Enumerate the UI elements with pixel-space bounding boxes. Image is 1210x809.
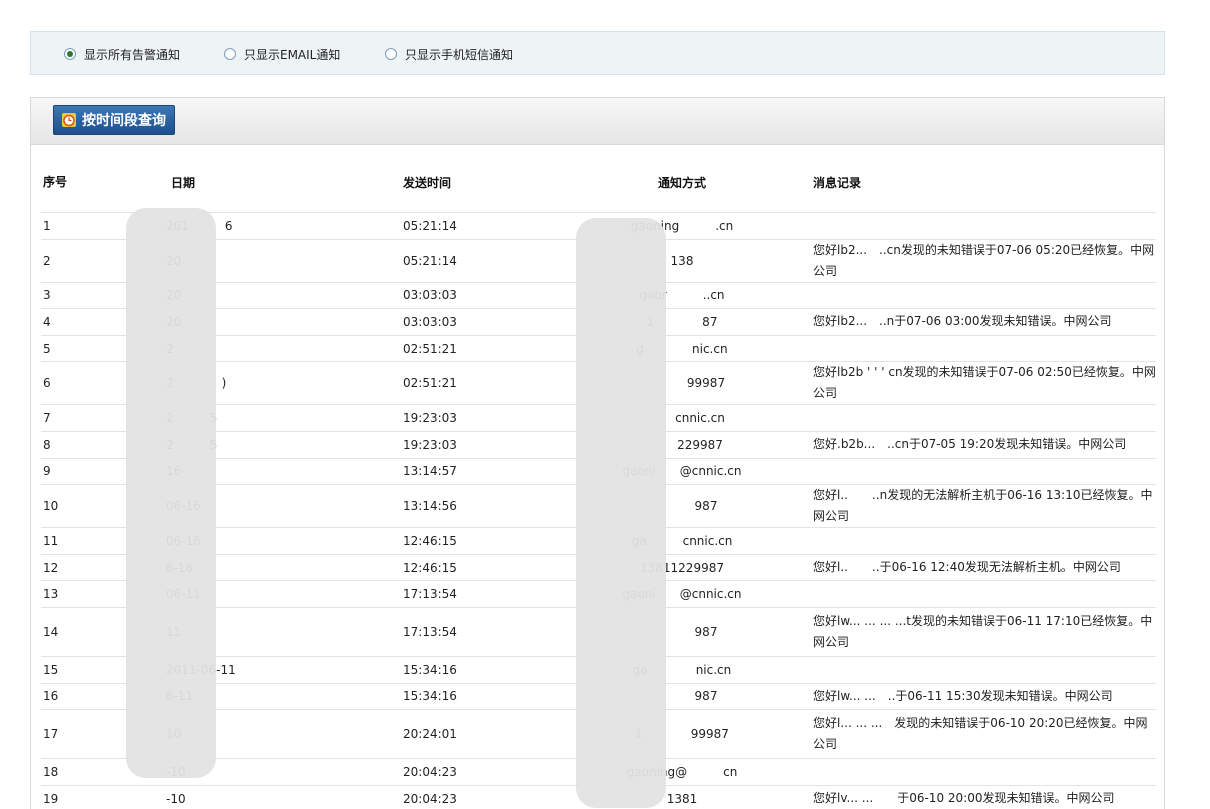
notification-filter-bar: 显示所有告警通知 只显示EMAIL通知 只显示手机短信通知 [30, 31, 1165, 75]
row-message: 您好lw... ... ... ...t发现的未知错误于06-11 17:10已… [801, 606, 1156, 657]
row-number: 5 [41, 334, 73, 362]
row-send-time: 05:21:14 [363, 212, 563, 240]
row-number: 16 [41, 682, 73, 710]
row-number: 6 [41, 361, 73, 405]
row-message [801, 758, 1156, 786]
row-date: 2 [73, 334, 363, 362]
row-number: 1 [41, 212, 73, 240]
row-number: 17 [41, 709, 73, 759]
row-number: 11 [41, 527, 73, 555]
column-header-message: 消息记录 [813, 175, 862, 190]
row-send-time: 20:04:23 [363, 758, 563, 786]
row-date: 6-11 [73, 682, 363, 710]
row-message [801, 404, 1156, 432]
row-number: 2 [41, 238, 73, 283]
row-date: -10 [73, 758, 363, 786]
row-message: 您好lw... ... ..于06-11 15:30发现未知错误。中网公司 [801, 682, 1156, 710]
row-message: 您好.b2b... ..cn于07-05 19:20发现未知错误。中网公司 [801, 430, 1156, 459]
row-send-time: 13:14:56 [363, 484, 563, 528]
row-message: 您好l... ... ... 发现的未知错误于06-10 20:20已经恢复。中… [801, 709, 1156, 759]
filter-sms-label[interactable]: 只显示手机短信通知 [405, 46, 513, 63]
row-date: 20 [73, 238, 363, 283]
filter-all-label[interactable]: 显示所有告警通知 [84, 46, 180, 63]
row-message: 您好l.. ..于06-16 12:40发现无法解析主机。中网公司 [801, 553, 1156, 581]
row-number: 9 [41, 457, 73, 485]
row-number: 3 [41, 281, 73, 309]
radio-unselected-icon[interactable] [224, 48, 236, 60]
row-send-time: 03:03:03 [363, 308, 563, 336]
redaction-mask [126, 208, 216, 778]
column-header-date: 日期 [171, 175, 196, 190]
filter-all-radio[interactable]: 显示所有告警通知 [64, 45, 180, 63]
row-number: 15 [41, 655, 73, 684]
column-header-method: 通知方式 [657, 175, 706, 190]
row-date: 06-11 [73, 580, 363, 608]
panel-toolbar: 按时间段查询 [31, 98, 1164, 145]
row-date: 06-16 [73, 484, 363, 528]
row-number: 4 [41, 308, 73, 336]
row-number: 10 [41, 484, 73, 528]
row-send-time: 20:24:01 [363, 709, 563, 759]
column-header-time: 发送时间 [403, 175, 452, 190]
row-send-time: 12:46:15 [363, 527, 563, 555]
row-send-time: 17:13:54 [363, 580, 563, 608]
row-send-time: 05:21:14 [363, 238, 563, 283]
row-send-time: 15:34:16 [363, 655, 563, 684]
row-message: 您好lv... ... 于06-10 20:00发现未知错误。中网公司 [801, 784, 1156, 809]
row-message [801, 281, 1156, 309]
row-date: -10 [73, 784, 363, 809]
row-message [801, 334, 1156, 362]
row-message: 您好lb2... ..cn发现的未知错误于07-06 05:20已经恢复。中网公… [801, 238, 1156, 283]
radio-unselected-icon[interactable] [385, 48, 397, 60]
row-message [801, 527, 1156, 555]
query-button-label: 按时间段查询 [82, 113, 166, 129]
row-send-time: 20:04:23 [363, 784, 563, 809]
row-date: 2 5 [73, 430, 363, 459]
row-date: 201 6 [73, 212, 363, 240]
radio-selected-icon[interactable] [64, 48, 76, 60]
row-date: 6-16 [73, 553, 363, 581]
row-send-time: 15:34:16 [363, 682, 563, 710]
row-number: 7 [41, 404, 73, 432]
notification-log-panel: 按时间段查询 序号 日期 发送时间 通知方式 消息记录 1201 605:21:… [30, 97, 1165, 809]
row-date: 20 [73, 281, 363, 309]
column-header-no: 序号 [43, 174, 68, 189]
row-message: 您好lb2b ' ' ' cn发现的未知错误于07-06 02:50已经恢复。中… [801, 361, 1156, 405]
row-send-time: 12:46:15 [363, 553, 563, 581]
row-number: 12 [41, 553, 73, 581]
row-date: 2 5 [73, 404, 363, 432]
row-date: 2 ) [73, 361, 363, 405]
row-send-time: 17:13:54 [363, 606, 563, 657]
clock-icon [62, 113, 76, 127]
row-message [801, 457, 1156, 485]
row-message: 您好l.. ..n发现的无法解析主机于06-16 13:10已经恢复。中网公司 [801, 484, 1156, 528]
row-date: 20 [73, 308, 363, 336]
row-send-time: 02:51:21 [363, 361, 563, 405]
row-date: 10 [73, 709, 363, 759]
row-message [801, 212, 1156, 240]
row-number: 8 [41, 430, 73, 459]
row-number: 13 [41, 580, 73, 608]
filter-email-label[interactable]: 只显示EMAIL通知 [244, 46, 340, 63]
filter-email-radio[interactable]: 只显示EMAIL通知 [224, 45, 340, 63]
row-send-time: 13:14:57 [363, 457, 563, 485]
redaction-mask [576, 218, 666, 808]
row-date: 2011-06-11 [73, 655, 363, 684]
row-message: 您好lb2... ..n于07-06 03:00发现未知错误。中网公司 [801, 308, 1156, 336]
row-number: 19 [41, 784, 73, 809]
row-send-time: 02:51:21 [363, 334, 563, 362]
row-date: 16 [73, 457, 363, 485]
row-send-time: 19:23:03 [363, 404, 563, 432]
row-date: 11 [73, 606, 363, 657]
row-number: 18 [41, 758, 73, 786]
row-send-time: 03:03:03 [363, 281, 563, 309]
filter-sms-radio[interactable]: 只显示手机短信通知 [385, 45, 513, 63]
row-message [801, 580, 1156, 608]
row-message [801, 655, 1156, 684]
query-by-time-button[interactable]: 按时间段查询 [53, 105, 175, 135]
row-date: 06-16 [73, 527, 363, 555]
row-number: 14 [41, 606, 73, 657]
table-header-row: 序号 日期 发送时间 通知方式 消息记录 [41, 152, 1156, 213]
row-send-time: 19:23:03 [363, 430, 563, 459]
